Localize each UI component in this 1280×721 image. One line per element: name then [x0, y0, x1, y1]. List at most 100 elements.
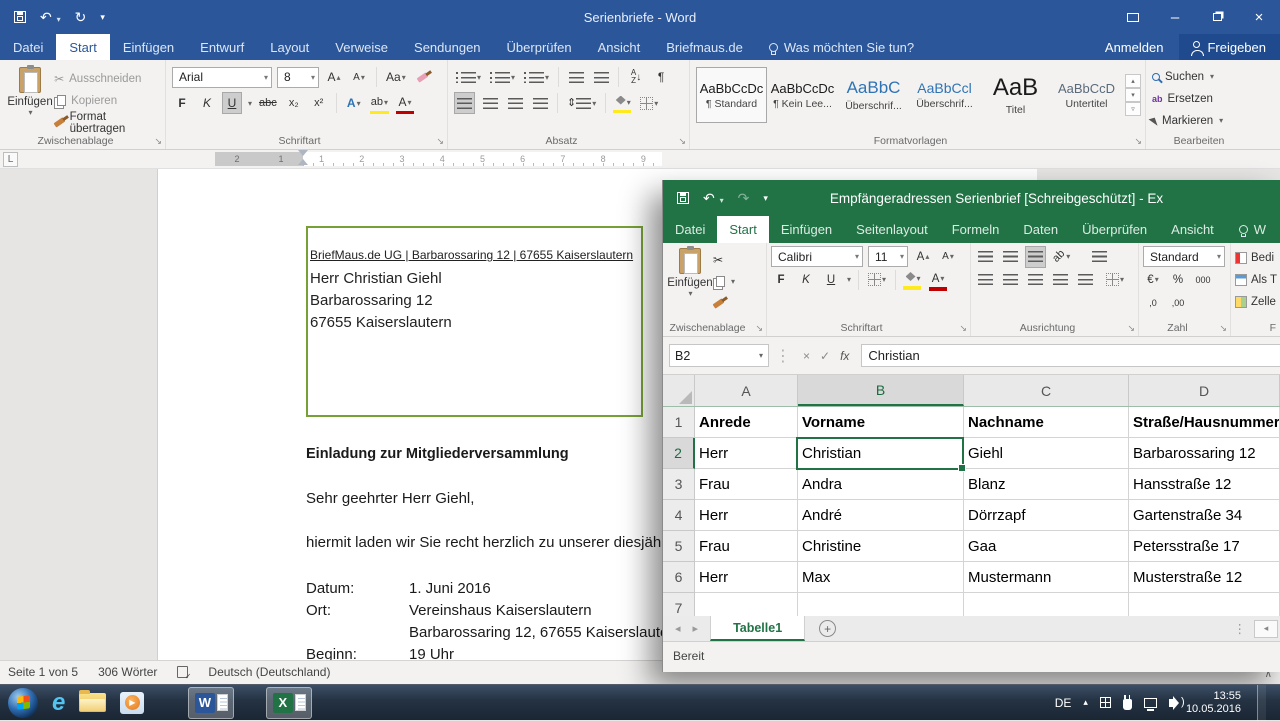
- formula-input[interactable]: Christian: [861, 344, 1280, 367]
- align-center-button[interactable]: [480, 92, 500, 114]
- shrink-font-button[interactable]: A▾: [938, 246, 958, 268]
- align-top-button[interactable]: [975, 246, 995, 268]
- cell-d1[interactable]: Straße/Hausnummer: [1129, 407, 1280, 438]
- row-header[interactable]: 1: [663, 407, 695, 438]
- find-button[interactable]: Suchen▾: [1152, 66, 1262, 87]
- name-box[interactable]: B2▾: [669, 344, 769, 367]
- cell-d6[interactable]: Musterstraße 12: [1129, 562, 1280, 593]
- decrease-indent-button[interactable]: [566, 66, 586, 88]
- cut-button[interactable]: ✂Ausschneiden: [54, 68, 161, 89]
- number-format-combo[interactable]: Standard▾: [1143, 246, 1225, 267]
- wrap-text-button[interactable]: [1089, 246, 1109, 268]
- style-untertitel[interactable]: AaBbCcDUntertitel: [1051, 67, 1122, 123]
- internet-explorer-icon[interactable]: e: [52, 691, 65, 715]
- bold-button[interactable]: F: [172, 92, 192, 114]
- orientation-button[interactable]: ab▾: [1051, 246, 1072, 268]
- word-tab-ueberpruefen[interactable]: Überprüfen: [494, 34, 585, 60]
- excel-tab-einfuegen[interactable]: Einfügen: [769, 216, 844, 243]
- accounting-format-button[interactable]: €▾: [1143, 269, 1163, 291]
- excel-tab-ueberpruefen[interactable]: Überprüfen: [1070, 216, 1159, 243]
- row-header[interactable]: 7: [663, 593, 695, 616]
- excel-tellme-box[interactable]: W: [1226, 216, 1279, 243]
- undo-icon[interactable]: ↶ ▾: [40, 10, 61, 24]
- paragraph-dialog-launcher-icon[interactable]: ↘: [678, 136, 686, 147]
- file-explorer-icon[interactable]: [79, 693, 106, 712]
- cell-d4[interactable]: Gartenstraße 34: [1129, 500, 1280, 531]
- save-icon[interactable]: [677, 192, 689, 204]
- select-all-corner[interactable]: [663, 375, 695, 406]
- row-header[interactable]: 6: [663, 562, 695, 593]
- cell-b4[interactable]: André: [798, 500, 964, 531]
- media-player-icon[interactable]: ▶: [120, 692, 144, 714]
- cell-c7[interactable]: [964, 593, 1129, 616]
- word-tab-layout[interactable]: Layout: [257, 34, 322, 60]
- column-header-d[interactable]: D: [1129, 375, 1280, 406]
- word-tellme-box[interactable]: Was möchten Sie tun?: [756, 34, 927, 60]
- merge-center-button[interactable]: ▾: [1104, 269, 1126, 291]
- clear-formatting-button[interactable]: [413, 66, 433, 88]
- cell-b3[interactable]: Andra: [798, 469, 964, 500]
- line-spacing-button[interactable]: ⇕▾: [565, 92, 598, 114]
- increase-indent-button[interactable]: [591, 66, 611, 88]
- share-button[interactable]: Freigeben: [1179, 34, 1280, 60]
- sheet-next-icon[interactable]: ▸: [693, 622, 699, 635]
- new-sheet-icon[interactable]: +: [819, 620, 836, 637]
- redo-icon[interactable]: ↻: [75, 10, 87, 24]
- fill-color-button[interactable]: ▾: [903, 269, 923, 291]
- align-bottom-button[interactable]: [1025, 246, 1046, 268]
- justify-button[interactable]: [530, 92, 550, 114]
- cell-a2[interactable]: Herr: [695, 438, 798, 469]
- hanging-indent-marker[interactable]: [298, 159, 308, 165]
- word-tab-briefmaus[interactable]: Briefmaus.de: [653, 34, 756, 60]
- superscript-button[interactable]: x²: [309, 92, 329, 114]
- cell-a6[interactable]: Herr: [695, 562, 798, 593]
- style-titel[interactable]: AaBTitel: [980, 67, 1051, 123]
- highlight-color-button[interactable]: ab▾: [369, 92, 390, 114]
- excel-tab-datei[interactable]: Datei: [663, 216, 717, 243]
- start-button[interactable]: [8, 688, 38, 718]
- enter-icon[interactable]: ✓: [820, 349, 830, 363]
- word-tab-datei[interactable]: Datei: [0, 34, 56, 60]
- redo-icon[interactable]: ↷: [738, 191, 750, 205]
- text-effects-button[interactable]: A▾: [344, 92, 364, 114]
- align-right-button[interactable]: [505, 92, 525, 114]
- decrease-indent-button[interactable]: [1050, 269, 1070, 291]
- format-as-table-button[interactable]: Als T: [1235, 269, 1277, 290]
- row-header[interactable]: 3: [663, 469, 695, 500]
- cell-b2-selected[interactable]: Christian: [798, 438, 964, 469]
- underline-button[interactable]: U: [222, 92, 242, 114]
- show-paragraph-marks-button[interactable]: ¶: [651, 66, 671, 88]
- word-tab-verweise[interactable]: Verweise: [322, 34, 401, 60]
- grow-font-button[interactable]: A▴: [324, 66, 344, 88]
- paste-button[interactable]: Einfügen ▾: [6, 64, 54, 133]
- change-case-button[interactable]: Aa▾: [384, 66, 408, 88]
- cell-a5[interactable]: Frau: [695, 531, 798, 562]
- minimize-button[interactable]: –: [1154, 0, 1196, 34]
- cell-a3[interactable]: Frau: [695, 469, 798, 500]
- shading-button[interactable]: ▾: [613, 92, 633, 114]
- gallery-down-icon[interactable]: ▾: [1125, 88, 1141, 102]
- copy-button[interactable]: Kopieren: [54, 90, 161, 111]
- font-dialog-launcher-icon[interactable]: ↘: [436, 136, 444, 147]
- column-header-b[interactable]: B: [798, 375, 964, 406]
- cell-d5[interactable]: Petersstraße 17: [1129, 531, 1280, 562]
- cell-d7[interactable]: [1129, 593, 1280, 616]
- numbered-list-button[interactable]: ▾: [488, 66, 517, 88]
- cut-button[interactable]: ✂: [713, 249, 735, 270]
- volume-icon[interactable]: [1169, 699, 1174, 707]
- style-ueberschrift2[interactable]: AaBbCclÜberschrif...: [909, 67, 980, 123]
- borders-button[interactable]: ▾: [638, 92, 660, 114]
- gallery-more-icon[interactable]: ▿: [1125, 102, 1141, 116]
- cell-d3[interactable]: Hansstraße 12: [1129, 469, 1280, 500]
- word-tab-ansicht[interactable]: Ansicht: [585, 34, 654, 60]
- number-dialog-launcher-icon[interactable]: ↘: [1219, 323, 1227, 334]
- gallery-up-icon[interactable]: ▴: [1125, 74, 1141, 88]
- ribbon-display-options-button[interactable]: [1112, 0, 1154, 34]
- hidden-icons-chevron[interactable]: ▴: [1083, 697, 1088, 708]
- taskbar-excel-button[interactable]: X: [266, 687, 312, 719]
- strikethrough-button[interactable]: abc: [257, 92, 279, 114]
- font-color-button[interactable]: A▾: [928, 269, 948, 291]
- bold-button[interactable]: F: [771, 269, 791, 291]
- tab-selector[interactable]: L: [3, 152, 18, 167]
- cell-a7[interactable]: [695, 593, 798, 616]
